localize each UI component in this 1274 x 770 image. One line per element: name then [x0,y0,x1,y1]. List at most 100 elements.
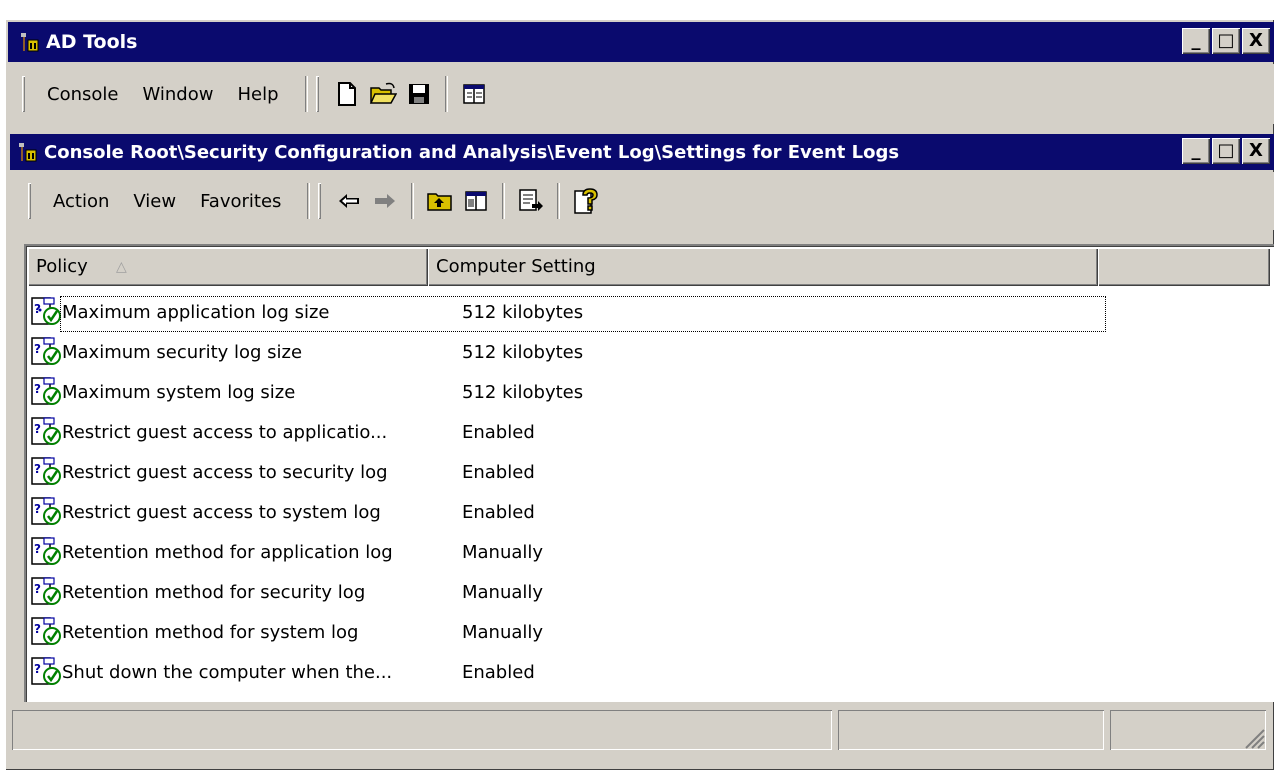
svg-text:?: ? [34,462,41,476]
resize-grip-icon[interactable] [1240,724,1266,750]
screen: AD Tools _ □ X Console Window Help Conso… [0,0,1274,770]
policy-name: Retention method for security log [62,581,366,603]
table-row[interactable]: ? Maximum security log size 512 kilobyte… [30,332,1270,372]
policy-setting: Enabled [462,501,535,523]
svg-text:?: ? [34,342,41,356]
table-row[interactable]: ? Retention method for system log Manual… [30,612,1270,652]
policy-setting: 512 kilobytes [462,381,584,403]
security-policy-icon: ? [30,656,62,688]
security-policy-icon: ? [30,336,62,368]
security-policy-icon: ? [30,416,62,448]
show-hide-console-tree-icon[interactable] [459,79,489,109]
security-policy-icon: ? [30,376,62,408]
app-menu-bar: Console Window Help [8,64,1274,124]
policy-setting: Manually [462,541,544,563]
close-button[interactable]: X [1242,28,1270,54]
close-button[interactable]: X [1242,138,1270,164]
column-header-computer-setting[interactable]: Computer Setting [428,248,1098,286]
toolbar-grip[interactable] [316,76,319,112]
policy-name: Restrict guest access to system log [62,501,381,523]
export-list-icon[interactable] [516,186,546,216]
policy-name: Maximum security log size [62,341,303,363]
up-one-level-icon[interactable] [425,186,455,216]
back-arrow-icon[interactable] [334,186,364,216]
table-row[interactable]: ? Retention method for security log Manu… [30,572,1270,612]
policy-name: Restrict guest access to security log [62,461,388,483]
security-policy-icon: ? [30,496,62,528]
help-icon[interactable] [571,186,601,216]
show-hide-tree-icon[interactable] [461,186,491,216]
menu-view[interactable]: View [121,191,188,212]
new-document-icon[interactable] [332,79,362,109]
svg-text:?: ? [34,542,41,556]
app-title-bar[interactable]: AD Tools _ □ X [8,22,1274,62]
ad-tools-icon [16,141,38,163]
status-panel [12,710,832,750]
list-header: Policy △ Computer Setting [28,248,1270,288]
menu-help[interactable]: Help [225,84,290,105]
svg-text:?: ? [34,502,41,516]
toolbar-separator [305,76,308,112]
security-policy-icon: ? [30,456,62,488]
security-policy-icon: ? [30,536,62,568]
policy-setting: Enabled [462,661,535,683]
save-icon[interactable] [404,79,434,109]
child-window-title: Console Root\Security Configuration and … [44,141,900,163]
svg-text:?: ? [34,662,41,676]
menu-console[interactable]: Console [35,84,130,105]
policy-name: Maximum system log size [62,381,296,403]
toolbar-separator [502,183,505,219]
policy-name: Restrict guest access to applicatio... [62,421,388,443]
column-header-policy[interactable]: Policy △ [28,248,428,286]
toolbar-separator [411,183,414,219]
policy-name: Shut down the computer when the... [62,661,393,683]
svg-text:?: ? [34,382,41,396]
security-policy-icon: ? [30,296,62,328]
policy-setting: Manually [462,621,544,643]
policy-setting: Enabled [462,421,535,443]
policy-list-view[interactable]: Policy △ Computer Setting ? Maximum appl… [24,244,1274,702]
policy-name: Retention method for application log [62,541,393,563]
policy-name: Maximum application log size [62,301,330,323]
menu-action[interactable]: Action [41,191,121,212]
security-policy-icon: ? [30,616,62,648]
column-header-label: Computer Setting [436,256,596,277]
policy-setting: 512 kilobytes [462,301,584,323]
column-header-label: Policy [36,256,88,277]
toolbar-grip[interactable] [22,76,25,112]
policy-setting: 512 kilobytes [462,341,584,363]
app-title: AD Tools [46,31,138,53]
status-bar [12,710,1266,754]
menu-window[interactable]: Window [130,84,225,105]
table-row[interactable]: ? Restrict guest access to security log … [30,452,1270,492]
svg-text:?: ? [34,422,41,436]
forward-arrow-icon[interactable] [370,186,400,216]
table-row[interactable]: ? Maximum system log size 512 kilobytes [30,372,1270,412]
table-row[interactable]: ? Shut down the computer when the... Ena… [30,652,1270,692]
svg-text:?: ? [34,622,41,636]
maximize-button[interactable]: □ [1212,28,1240,54]
policy-setting: Manually [462,581,544,603]
minimize-button[interactable]: _ [1182,138,1210,164]
child-window-title-bar[interactable]: Console Root\Security Configuration and … [10,134,1274,170]
toolbar-grip[interactable] [318,183,321,219]
policy-setting: Enabled [462,461,535,483]
table-row[interactable]: ? Restrict guest access to system log En… [30,492,1270,532]
toolbar-separator [445,76,448,112]
table-row[interactable]: ? Retention method for application log M… [30,532,1270,572]
status-panel [838,710,1104,750]
table-row[interactable]: ? Maximum application log size 512 kilob… [30,292,1270,332]
policy-name: Retention method for system log [62,621,359,643]
minimize-button[interactable]: _ [1182,28,1210,54]
status-panel [1110,710,1266,750]
toolbar-grip[interactable] [28,183,31,219]
maximize-button[interactable]: □ [1212,138,1240,164]
open-folder-icon[interactable] [368,79,398,109]
app-window-controls: _ □ X [1182,28,1270,54]
sort-ascending-icon: △ [116,259,127,275]
menu-favorites[interactable]: Favorites [188,191,293,212]
security-policy-icon: ? [30,576,62,608]
toolbar-separator [557,183,560,219]
table-row[interactable]: ? Restrict guest access to applicatio...… [30,412,1270,452]
column-header-empty[interactable] [1098,248,1270,286]
